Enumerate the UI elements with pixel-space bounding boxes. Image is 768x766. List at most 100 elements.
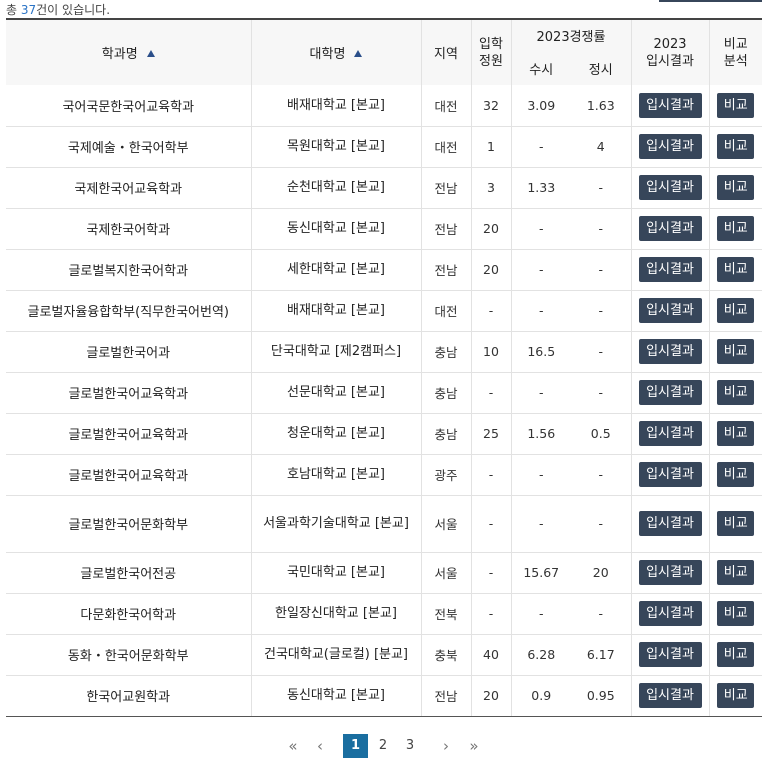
table-row: 다문화한국어학과 한일장신대학교 [본교] 전북 - - - 입시결과 비교 xyxy=(6,593,762,635)
admission-quota: 3 xyxy=(470,167,511,209)
compare-button[interactable]: 비교 xyxy=(717,683,755,708)
region: 서울 xyxy=(420,495,471,553)
rate-early: - xyxy=(510,208,571,250)
result-cell: 입시결과 xyxy=(630,454,709,496)
result-count: 37 xyxy=(20,3,37,17)
admission-result-button[interactable]: 입시결과 xyxy=(638,601,702,626)
admission-result-button[interactable]: 입시결과 xyxy=(638,683,702,708)
compare-cell: 비교 xyxy=(708,593,762,635)
rate-early: - xyxy=(510,495,571,553)
last-page-button[interactable]: » xyxy=(465,734,483,758)
table-row: 글로벌복지한국어학과 세한대학교 [본교] 전남 20- - 입시결과 비교 xyxy=(6,249,762,291)
department-name: 다문화한국어학과 xyxy=(6,593,251,635)
compare-button[interactable]: 비교 xyxy=(717,339,755,364)
sort-ascending-icon[interactable] xyxy=(354,50,363,57)
department-table: 학과명 대학명 지역 입학 정원 2023경쟁률 2023 입시결과 비교 분석 수시… xyxy=(6,18,762,717)
rate-regular: 0.5 xyxy=(571,413,631,455)
top-action-button[interactable] xyxy=(659,0,762,2)
compare-button[interactable]: 비교 xyxy=(717,601,755,626)
result-cell: 입시결과 xyxy=(630,593,709,635)
admission-quota: 20 xyxy=(470,249,511,291)
compare-button[interactable]: 비교 xyxy=(717,216,755,241)
next-page-button[interactable]: › xyxy=(438,734,454,758)
prev-page-button[interactable]: ‹ xyxy=(312,734,328,758)
rate-regular: 4 xyxy=(571,126,631,168)
rate-regular: 0.95 xyxy=(571,675,631,717)
compare-button[interactable]: 비교 xyxy=(717,511,755,536)
column-header-dept[interactable]: 학과명 xyxy=(6,18,251,85)
column-header-result: 2023 입시결과 xyxy=(630,18,709,85)
page-button-3[interactable]: 3 xyxy=(401,734,419,758)
university-name: 서울과학기술대학교 [본교] xyxy=(250,495,421,553)
admission-result-button[interactable]: 입시결과 xyxy=(638,216,702,241)
result-cell: 입시결과 xyxy=(630,85,709,127)
result-cell: 입시결과 xyxy=(630,126,709,168)
rate-early: - xyxy=(510,593,571,635)
admission-result-button[interactable]: 입시결과 xyxy=(638,257,702,282)
department-name: 글로벌복지한국어학과 xyxy=(6,249,251,291)
department-name: 글로벌한국어교육학과 xyxy=(6,454,251,496)
result-cell: 입시결과 xyxy=(630,372,709,414)
compare-cell: 비교 xyxy=(708,454,762,496)
rate-early: 15.67 xyxy=(510,552,571,594)
compare-button[interactable]: 비교 xyxy=(717,92,755,118)
rate-early: - xyxy=(510,126,571,168)
admission-quota: - xyxy=(470,552,511,594)
column-header-univ[interactable]: 대학명 xyxy=(250,18,421,85)
admission-quota: 20 xyxy=(470,675,511,717)
compare-cell: 비교 xyxy=(708,552,762,594)
compare-button[interactable]: 비교 xyxy=(717,380,755,405)
compare-button[interactable]: 비교 xyxy=(717,642,755,667)
result-cell: 입시결과 xyxy=(630,495,709,553)
university-name: 청운대학교 [본교] xyxy=(250,413,421,455)
university-name: 국민대학교 [본교] xyxy=(250,552,421,594)
rate-early: 1.33 xyxy=(510,167,571,209)
rate-early: 0.9 xyxy=(510,675,571,717)
column-header-compare: 비교 분석 xyxy=(708,18,762,85)
admission-quota: 20 xyxy=(470,208,511,250)
compare-button[interactable]: 비교 xyxy=(717,560,755,585)
admission-result-button[interactable]: 입시결과 xyxy=(638,642,702,667)
admission-result-button[interactable]: 입시결과 xyxy=(638,175,702,200)
rate-regular: - xyxy=(571,249,631,291)
table-row: 글로벌한국어교육학과 호남대학교 [본교] 광주 - - - 입시결과 비교 xyxy=(6,454,762,496)
result-cell: 입시결과 xyxy=(630,249,709,291)
table-row: 글로벌한국어문화학부 서울과학기술대학교 [본교] 서울 - - - 입시결과 비교 xyxy=(6,495,762,553)
compare-button[interactable]: 비교 xyxy=(717,257,755,282)
rate-early: 1.56 xyxy=(510,413,571,455)
admission-result-button[interactable]: 입시결과 xyxy=(638,92,702,118)
column-header-quota: 입학 정원 xyxy=(470,18,511,85)
compare-button[interactable]: 비교 xyxy=(717,298,755,323)
compare-cell: 비교 xyxy=(708,495,762,553)
admission-result-button[interactable]: 입시결과 xyxy=(638,462,702,487)
table-row: 국제한국어학과 동신대학교 [본교] 전남 20- - 입시결과 비교 xyxy=(6,208,762,250)
admission-result-button[interactable]: 입시결과 xyxy=(638,380,702,405)
column-header-rate-early: 수시 xyxy=(510,51,571,85)
admission-result-button[interactable]: 입시결과 xyxy=(638,339,702,364)
admission-quota: 40 xyxy=(470,634,511,676)
page-button-1[interactable]: 1 xyxy=(343,734,368,758)
compare-button[interactable]: 비교 xyxy=(717,175,755,200)
admission-result-button[interactable]: 입시결과 xyxy=(638,560,702,585)
admission-result-button[interactable]: 입시결과 xyxy=(638,298,702,323)
compare-button[interactable]: 비교 xyxy=(717,134,755,159)
admission-result-button[interactable]: 입시결과 xyxy=(638,134,702,159)
compare-button[interactable]: 비교 xyxy=(717,462,755,487)
university-name: 선문대학교 [본교] xyxy=(250,372,421,414)
table-row: 국제한국어교육학과 순천대학교 [본교] 전남 3 1.33- 입시결과 비교 xyxy=(6,167,762,209)
university-name: 건국대학교(글로컬) [분교] xyxy=(250,634,421,676)
admission-result-button[interactable]: 입시결과 xyxy=(638,511,702,536)
admission-result-button[interactable]: 입시결과 xyxy=(638,421,702,446)
first-page-button[interactable]: « xyxy=(284,734,302,758)
rate-regular: 20 xyxy=(571,552,631,594)
department-name: 글로벌한국어교육학과 xyxy=(6,372,251,414)
compare-cell: 비교 xyxy=(708,208,762,250)
rate-regular: - xyxy=(571,167,631,209)
sort-ascending-icon[interactable] xyxy=(146,50,155,57)
department-name: 동화・한국어문화학부 xyxy=(6,634,251,676)
compare-cell: 비교 xyxy=(708,331,762,373)
compare-cell: 비교 xyxy=(708,126,762,168)
page-button-2[interactable]: 2 xyxy=(374,734,392,758)
table-row: 글로벌한국어전공 국민대학교 [본교] 서울 -15.67 20 입시결과 비교 xyxy=(6,552,762,594)
compare-button[interactable]: 비교 xyxy=(717,421,755,446)
